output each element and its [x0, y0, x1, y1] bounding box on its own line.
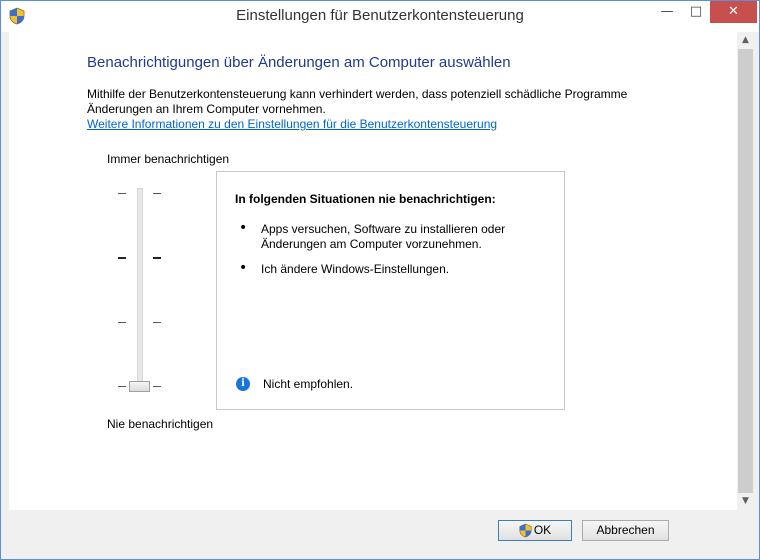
panel-bullet-item: Apps versuchen, Software zu installieren… — [261, 222, 506, 251]
slider-tick — [118, 322, 126, 323]
slider-tick — [153, 322, 161, 323]
close-button[interactable]: ✕ — [710, 1, 757, 23]
slider-tick — [118, 193, 126, 194]
scroll-up-arrow-icon[interactable]: ▲ — [737, 32, 754, 49]
slider-thumb[interactable] — [129, 381, 150, 392]
slider-tick — [118, 386, 126, 387]
description-panel: In folgenden Situationen nie benachricht… — [216, 171, 565, 410]
slider-tick — [153, 193, 161, 194]
maximize-button[interactable]: □ — [682, 1, 710, 23]
vertical-scrollbar[interactable]: ▲ ▼ — [737, 32, 754, 510]
description-line-1: Mithilfe der Benutzerkontensteuerung kan… — [87, 87, 628, 101]
cancel-button[interactable]: Abbrechen — [582, 520, 669, 541]
minimize-button[interactable]: — — [653, 1, 681, 23]
description-line-2: Änderungen an Ihrem Computer vornehmen. — [87, 102, 326, 116]
more-info-link[interactable]: Weitere Informationen zu den Einstellung… — [87, 117, 497, 131]
scrollbar-thumb[interactable] — [738, 49, 753, 493]
description-text: Mithilfe der Benutzerkontensteuerung kan… — [87, 87, 647, 117]
bullet-icon: • — [239, 260, 248, 276]
slider-tick — [153, 386, 161, 387]
shield-icon — [519, 523, 532, 538]
slider-tick — [153, 257, 161, 259]
page-heading: Benachrichtigungen über Änderungen am Co… — [87, 54, 511, 71]
slider-top-label: Immer benachrichtigen — [107, 152, 230, 166]
scroll-down-arrow-icon[interactable]: ▼ — [737, 493, 754, 510]
panel-title: In folgenden Situationen nie benachricht… — [235, 192, 496, 206]
panel-bullet-item: Ich ändere Windows-Einstellungen. — [261, 262, 450, 276]
recommendation-text: Nicht empfohlen. — [263, 377, 354, 391]
slider-bottom-label: Nie benachrichtigen — [107, 417, 214, 431]
slider-tick — [118, 257, 126, 259]
bullet-icon: • — [239, 220, 248, 236]
window-title: Einstellungen für Benutzerkontensteuerun… — [236, 7, 524, 24]
ok-button-label: OK — [533, 523, 552, 537]
ok-button[interactable]: OK — [498, 520, 572, 541]
notification-level-slider-track[interactable] — [137, 188, 143, 392]
title-bar[interactable]: Einstellungen für Benutzerkontensteuerun… — [1, 1, 759, 32]
info-icon: i — [236, 377, 250, 391]
